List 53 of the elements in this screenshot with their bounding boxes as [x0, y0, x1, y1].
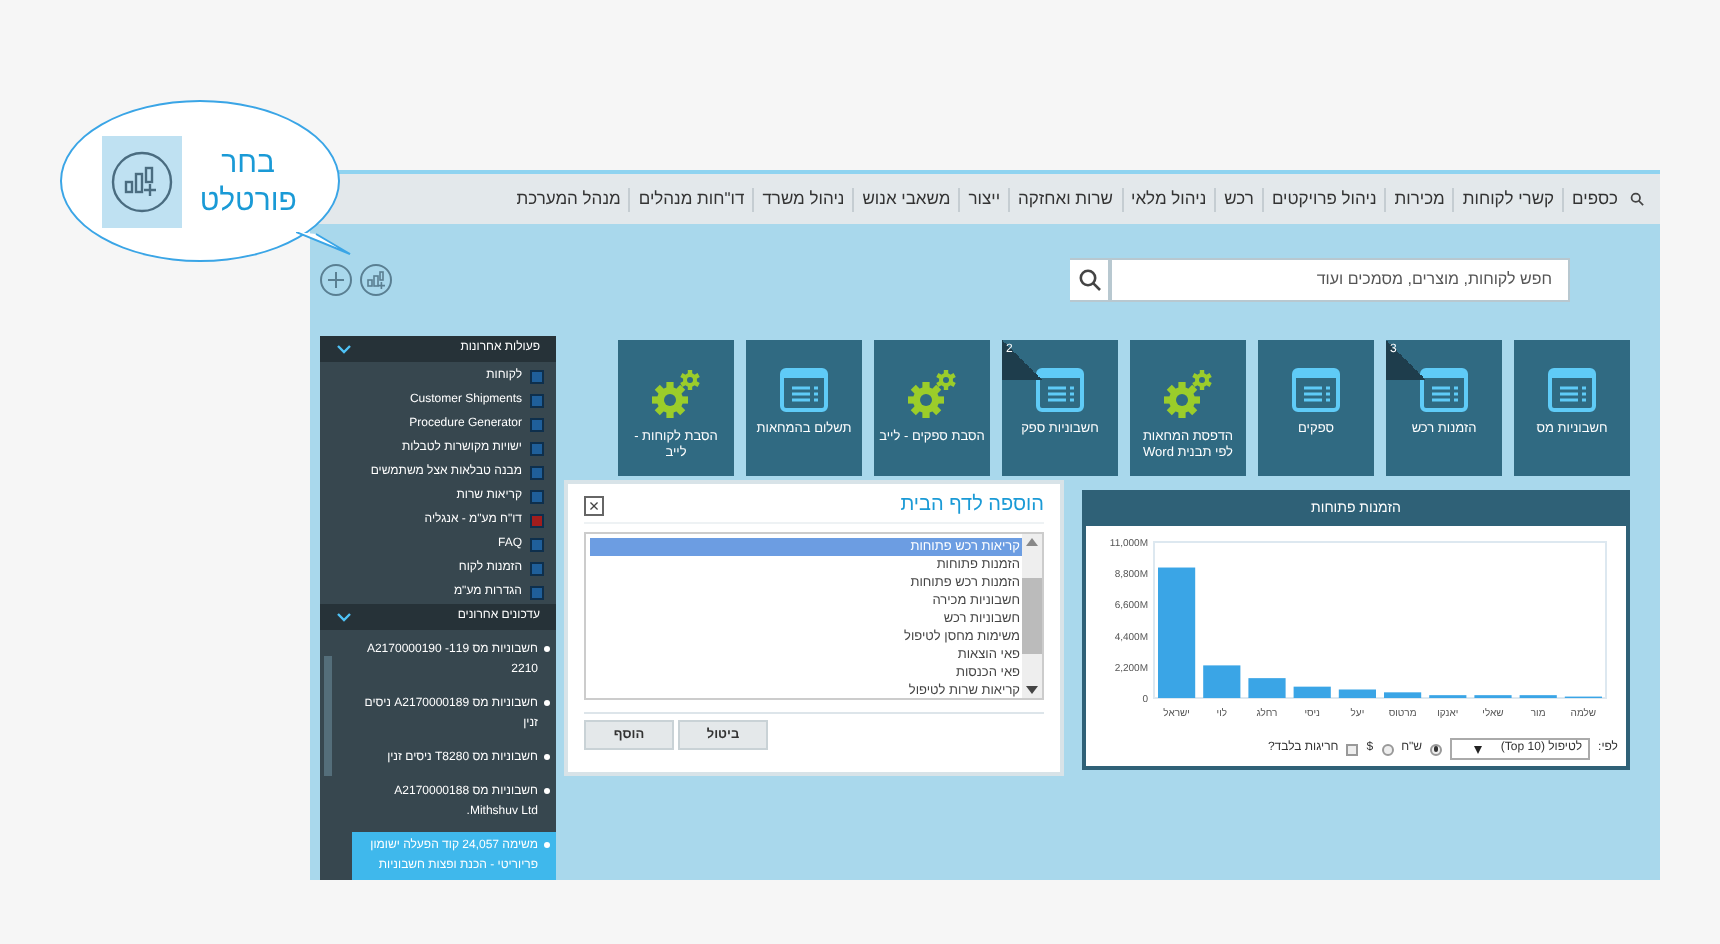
bullet-icon	[544, 699, 550, 706]
document-window-icon	[1292, 368, 1340, 412]
menu-item[interactable]: קשרי לקוחות	[1462, 186, 1555, 212]
arrow-down-icon[interactable]	[1026, 686, 1038, 694]
bar[interactable]	[1248, 678, 1286, 698]
menu-item[interactable]: ייצור	[968, 186, 1001, 212]
bullet-icon	[544, 787, 550, 794]
search-icon[interactable]	[1630, 192, 1644, 206]
report-icon	[530, 513, 544, 528]
bar[interactable]	[1338, 689, 1376, 698]
document-window-icon	[1420, 368, 1468, 412]
scrollbar-thumb[interactable]	[1022, 578, 1042, 654]
menu-item[interactable]: מנהל המערכת	[516, 186, 621, 212]
bar-chart-icon[interactable]	[360, 264, 392, 296]
add-icon[interactable]	[320, 264, 352, 296]
bar[interactable]	[1158, 567, 1196, 698]
menu-item[interactable]: ניהול משרד	[762, 186, 845, 212]
scrollbar[interactable]	[1022, 534, 1042, 698]
bullet-icon	[544, 645, 550, 652]
menu-item[interactable]: משאבי אנוש	[862, 186, 951, 212]
bar[interactable]	[1384, 692, 1422, 698]
menu-item[interactable]: דו"חות מנהלים	[638, 186, 745, 212]
search-field[interactable]: חפש לקוחות, מוצרים, מסמכים ועוד	[1110, 258, 1570, 302]
menu-item[interactable]: ניהול מלאי	[1131, 186, 1207, 212]
bar-chart-icon	[102, 135, 183, 227]
radio-button[interactable]	[1381, 743, 1394, 755]
bar[interactable]	[1203, 665, 1241, 698]
bullet-icon	[544, 753, 550, 760]
arrow-up-icon[interactable]	[1026, 538, 1038, 546]
gears-icon	[650, 368, 702, 420]
caret-icon	[1474, 745, 1483, 753]
chevron-down-icon[interactable]	[336, 612, 352, 623]
document-window-icon	[780, 368, 828, 412]
gears-icon	[1162, 368, 1214, 420]
menu-item[interactable]: שרות ואחזקה	[1018, 186, 1114, 212]
menu-item[interactable]: כספים	[1572, 186, 1618, 212]
document-window-icon	[1036, 368, 1084, 412]
callout-text: בחר פורטלט	[198, 143, 298, 219]
close-button[interactable]: ×	[584, 495, 604, 515]
chevron-down-icon[interactable]	[336, 343, 352, 354]
corner-badge	[1386, 340, 1426, 380]
checkbox[interactable]	[1346, 743, 1359, 755]
menu-item[interactable]: ניהול פרויקטים	[1271, 186, 1377, 212]
menu-item[interactable]: מכירות	[1394, 186, 1445, 212]
bullet-icon	[544, 841, 550, 848]
scrollbar[interactable]	[324, 655, 332, 776]
radio-button[interactable]	[1430, 743, 1443, 755]
corner-badge	[1002, 340, 1042, 380]
document-window-icon	[1548, 368, 1596, 412]
bar[interactable]	[1293, 686, 1331, 698]
dialog-title: הוספה לדף הבית	[900, 491, 1044, 520]
gears-icon	[906, 368, 958, 420]
menu-item[interactable]: רכש	[1224, 186, 1254, 212]
